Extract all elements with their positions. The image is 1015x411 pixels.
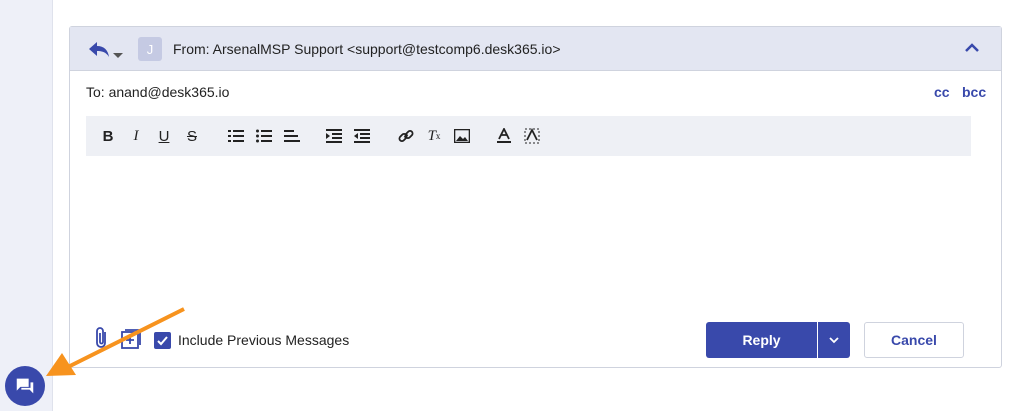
underline-icon[interactable]: U bbox=[154, 126, 174, 146]
bullet-list-icon[interactable] bbox=[254, 126, 274, 146]
text-color-icon[interactable] bbox=[494, 126, 514, 146]
editor-toolbar: B I U S Tx bbox=[86, 116, 971, 156]
reply-options-button[interactable] bbox=[818, 322, 850, 358]
indent-increase-icon[interactable] bbox=[324, 126, 344, 146]
chevron-up-icon[interactable] bbox=[963, 39, 981, 57]
bold-icon[interactable]: B bbox=[98, 126, 118, 146]
annotation-arrow bbox=[46, 307, 185, 376]
chevron-down-icon bbox=[113, 53, 123, 58]
image-icon[interactable] bbox=[452, 126, 472, 146]
chat-button[interactable] bbox=[5, 366, 45, 406]
chevron-down-icon bbox=[829, 337, 839, 344]
highlight-color-icon[interactable] bbox=[522, 126, 542, 146]
to-address[interactable]: To: anand@desk365.io bbox=[86, 84, 229, 100]
reply-type-selector[interactable] bbox=[88, 39, 128, 61]
italic-icon[interactable]: I bbox=[126, 126, 146, 146]
message-editor[interactable] bbox=[86, 162, 971, 312]
ordered-list-icon[interactable] bbox=[226, 126, 246, 146]
avatar: J bbox=[138, 37, 162, 61]
reply-button[interactable]: Reply bbox=[706, 322, 817, 358]
strikethrough-icon[interactable]: S bbox=[182, 126, 202, 146]
cc-link[interactable]: cc bbox=[934, 84, 950, 100]
bcc-link[interactable]: bcc bbox=[962, 84, 986, 100]
link-icon[interactable] bbox=[396, 126, 416, 146]
composer-header: J From: ArsenalMSP Support <support@test… bbox=[70, 27, 1001, 71]
clear-format-icon[interactable]: Tx bbox=[424, 126, 444, 146]
reply-arrow-icon bbox=[89, 42, 109, 57]
indent-decrease-icon[interactable] bbox=[352, 126, 372, 146]
cancel-button[interactable]: Cancel bbox=[864, 322, 964, 358]
reply-composer: J From: ArsenalMSP Support <support@test… bbox=[69, 26, 1002, 368]
chat-icon bbox=[16, 378, 34, 394]
include-previous-label[interactable]: Include Previous Messages bbox=[178, 332, 349, 348]
align-left-icon[interactable] bbox=[282, 126, 302, 146]
from-address: From: ArsenalMSP Support <support@testco… bbox=[173, 41, 561, 57]
